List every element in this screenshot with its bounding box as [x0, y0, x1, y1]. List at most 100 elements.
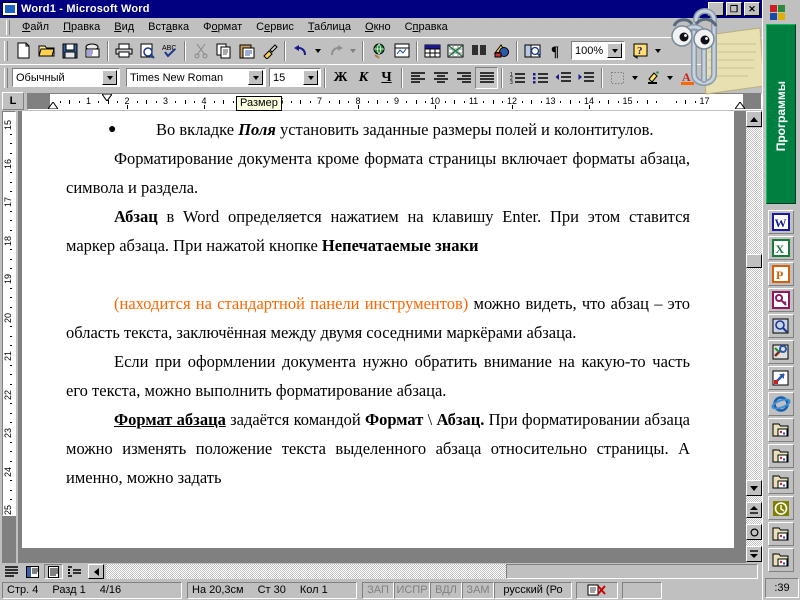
font-size-combo[interactable]: 15	[269, 68, 321, 87]
new-document-icon[interactable]	[12, 40, 35, 62]
word-app-icon[interactable]: W	[768, 210, 794, 234]
status-indicator-rec[interactable]: ЗАП	[362, 581, 394, 599]
ruler-tab-stop[interactable]	[435, 104, 436, 109]
status-indicator-ovr[interactable]: ЗАМ	[462, 581, 494, 599]
document-page[interactable]: ● Во вкладке Поля установить заданные раз…	[22, 111, 734, 548]
shortcut-arrow-icon[interactable]	[768, 366, 794, 390]
windows-start-icon[interactable]	[767, 2, 789, 22]
status-spellcheck-icon[interactable]	[576, 581, 618, 599]
font-dropdown-button[interactable]	[248, 70, 263, 85]
office-assistant-clippy[interactable]	[660, 2, 768, 102]
folder-icon-2[interactable]	[768, 444, 794, 468]
columns-icon[interactable]	[467, 40, 490, 62]
increase-indent-icon[interactable]	[575, 67, 598, 89]
standard-toolbar-handle[interactable]	[4, 40, 8, 61]
right-indent-marker[interactable]	[735, 101, 745, 109]
document-bullet-paragraph[interactable]: ● Во вкладке Поля установить заданные раз…	[66, 115, 690, 144]
spellcheck-icon[interactable]: ABC	[158, 40, 181, 62]
clock-icon[interactable]	[768, 496, 794, 520]
folder-icon-5[interactable]	[768, 548, 794, 572]
powerpoint-app-icon[interactable]: P	[768, 262, 794, 286]
scroll-up-button[interactable]	[746, 111, 762, 127]
search-magnifier-icon[interactable]	[768, 314, 794, 338]
format-painter-icon[interactable]	[258, 40, 281, 62]
print-icon[interactable]	[112, 40, 135, 62]
ruler-tab-stop[interactable]	[512, 104, 513, 109]
status-indicator-ext[interactable]: ВДЛ	[430, 581, 462, 599]
menu-item-view[interactable]: Вид	[107, 19, 141, 35]
decrease-indent-icon[interactable]	[552, 67, 575, 89]
table-insert-icon[interactable]	[421, 40, 444, 62]
status-language[interactable]: русский (Ро	[494, 581, 572, 599]
hanging-indent-marker[interactable]	[48, 101, 58, 109]
internet-explorer-icon[interactable]	[768, 392, 794, 416]
taskbar-clock[interactable]: :39	[765, 578, 799, 598]
tools-icon[interactable]	[768, 340, 794, 364]
document-text-body[interactable]: ● Во вкладке Поля установить заданные раз…	[22, 111, 734, 492]
copy-icon[interactable]	[212, 40, 235, 62]
numbered-list-icon[interactable]: 123	[506, 67, 529, 89]
hscroll-left-button[interactable]	[88, 564, 104, 579]
formatting-toolbar-handle[interactable]	[4, 67, 8, 88]
vertical-ruler[interactable]: 15 16 17 18 19 20 21 22 23 24 25	[0, 111, 18, 563]
menu-item-edit[interactable]: Правка	[56, 19, 107, 35]
menu-item-format[interactable]: Формат	[196, 19, 249, 35]
menu-item-table[interactable]: Таблица	[301, 19, 358, 35]
drawing-icon[interactable]	[490, 40, 513, 62]
font-size-dropdown-button[interactable]	[303, 70, 318, 85]
borders-dropdown-arrow-icon[interactable]	[629, 67, 641, 89]
document-paragraph[interactable]: Если при оформлении документа нужно обра…	[66, 347, 690, 405]
hyperlink-globe-icon[interactable]	[367, 40, 390, 62]
horizontal-ruler[interactable]: 12345678910111213141517	[27, 92, 762, 110]
excel-sheet-icon[interactable]	[444, 40, 467, 62]
font-combo[interactable]: Times New Roman	[126, 68, 266, 87]
menu-item-tools[interactable]: Сервис	[249, 19, 301, 35]
web-toolbar-icon[interactable]	[390, 40, 413, 62]
excel-app-icon[interactable]: X	[768, 236, 794, 260]
pilcrow-icon[interactable]: ¶	[544, 40, 567, 62]
previous-page-button[interactable]	[746, 502, 762, 518]
help-assistant-icon[interactable]: ?	[629, 40, 652, 62]
undo-arrow-icon[interactable]	[289, 40, 312, 62]
paste-clipboard-icon[interactable]	[235, 40, 258, 62]
style-combo[interactable]: Обычный	[12, 68, 120, 87]
next-page-button[interactable]	[746, 546, 762, 562]
cut-scissors-icon[interactable]	[189, 40, 212, 62]
menu-item-insert[interactable]: Вставка	[141, 19, 196, 35]
zoom-combo[interactable]: 100%	[571, 41, 625, 60]
hscroll-thumb-area[interactable]	[506, 564, 758, 579]
redo-arrow-icon[interactable]	[324, 40, 347, 62]
document-map-icon[interactable]	[521, 40, 544, 62]
save-floppy-icon[interactable]	[58, 40, 81, 62]
zoom-dropdown-button[interactable]	[607, 43, 622, 58]
hscroll-track-left[interactable]	[106, 564, 506, 579]
folder-icon-3[interactable]	[768, 470, 794, 494]
menu-item-window[interactable]: Окно	[358, 19, 398, 35]
document-paragraph[interactable]: Абзац в Word определяется нажатием на кл…	[66, 202, 690, 260]
open-folder-icon[interactable]	[35, 40, 58, 62]
scroll-down-button[interactable]	[746, 480, 762, 496]
align-left-icon[interactable]	[406, 67, 429, 89]
folder-icon-1[interactable]	[768, 418, 794, 442]
document-paragraph[interactable]: Форматирование документа кроме формата с…	[66, 144, 690, 202]
align-justify-icon[interactable]	[475, 66, 498, 89]
normal-view-button[interactable]	[2, 564, 21, 579]
email-icon[interactable]	[81, 40, 104, 62]
vertical-scrollbar[interactable]	[746, 111, 762, 563]
style-dropdown-button[interactable]	[102, 70, 117, 85]
align-center-icon[interactable]	[429, 67, 452, 89]
first-line-indent-marker[interactable]	[102, 93, 112, 101]
bulleted-list-icon[interactable]	[529, 67, 552, 89]
access-key-icon[interactable]	[768, 288, 794, 312]
menu-item-help[interactable]: Справка	[398, 19, 455, 35]
ruler-tab-stop[interactable]	[589, 104, 590, 109]
web-layout-view-button[interactable]	[23, 564, 42, 579]
ruler-tab-stop[interactable]	[127, 104, 128, 109]
ruler-tab-stop[interactable]	[358, 104, 359, 109]
menu-drag-handle[interactable]	[6, 19, 10, 35]
outline-view-button[interactable]	[65, 564, 84, 579]
document-paragraph[interactable]: (находится на стандартной панели инструм…	[66, 289, 690, 347]
redo-dropdown-arrow-icon[interactable]	[347, 40, 359, 62]
document-paragraph[interactable]: Формат абзаца задаётся командой Формат \…	[66, 405, 690, 492]
align-right-icon[interactable]	[452, 67, 475, 89]
